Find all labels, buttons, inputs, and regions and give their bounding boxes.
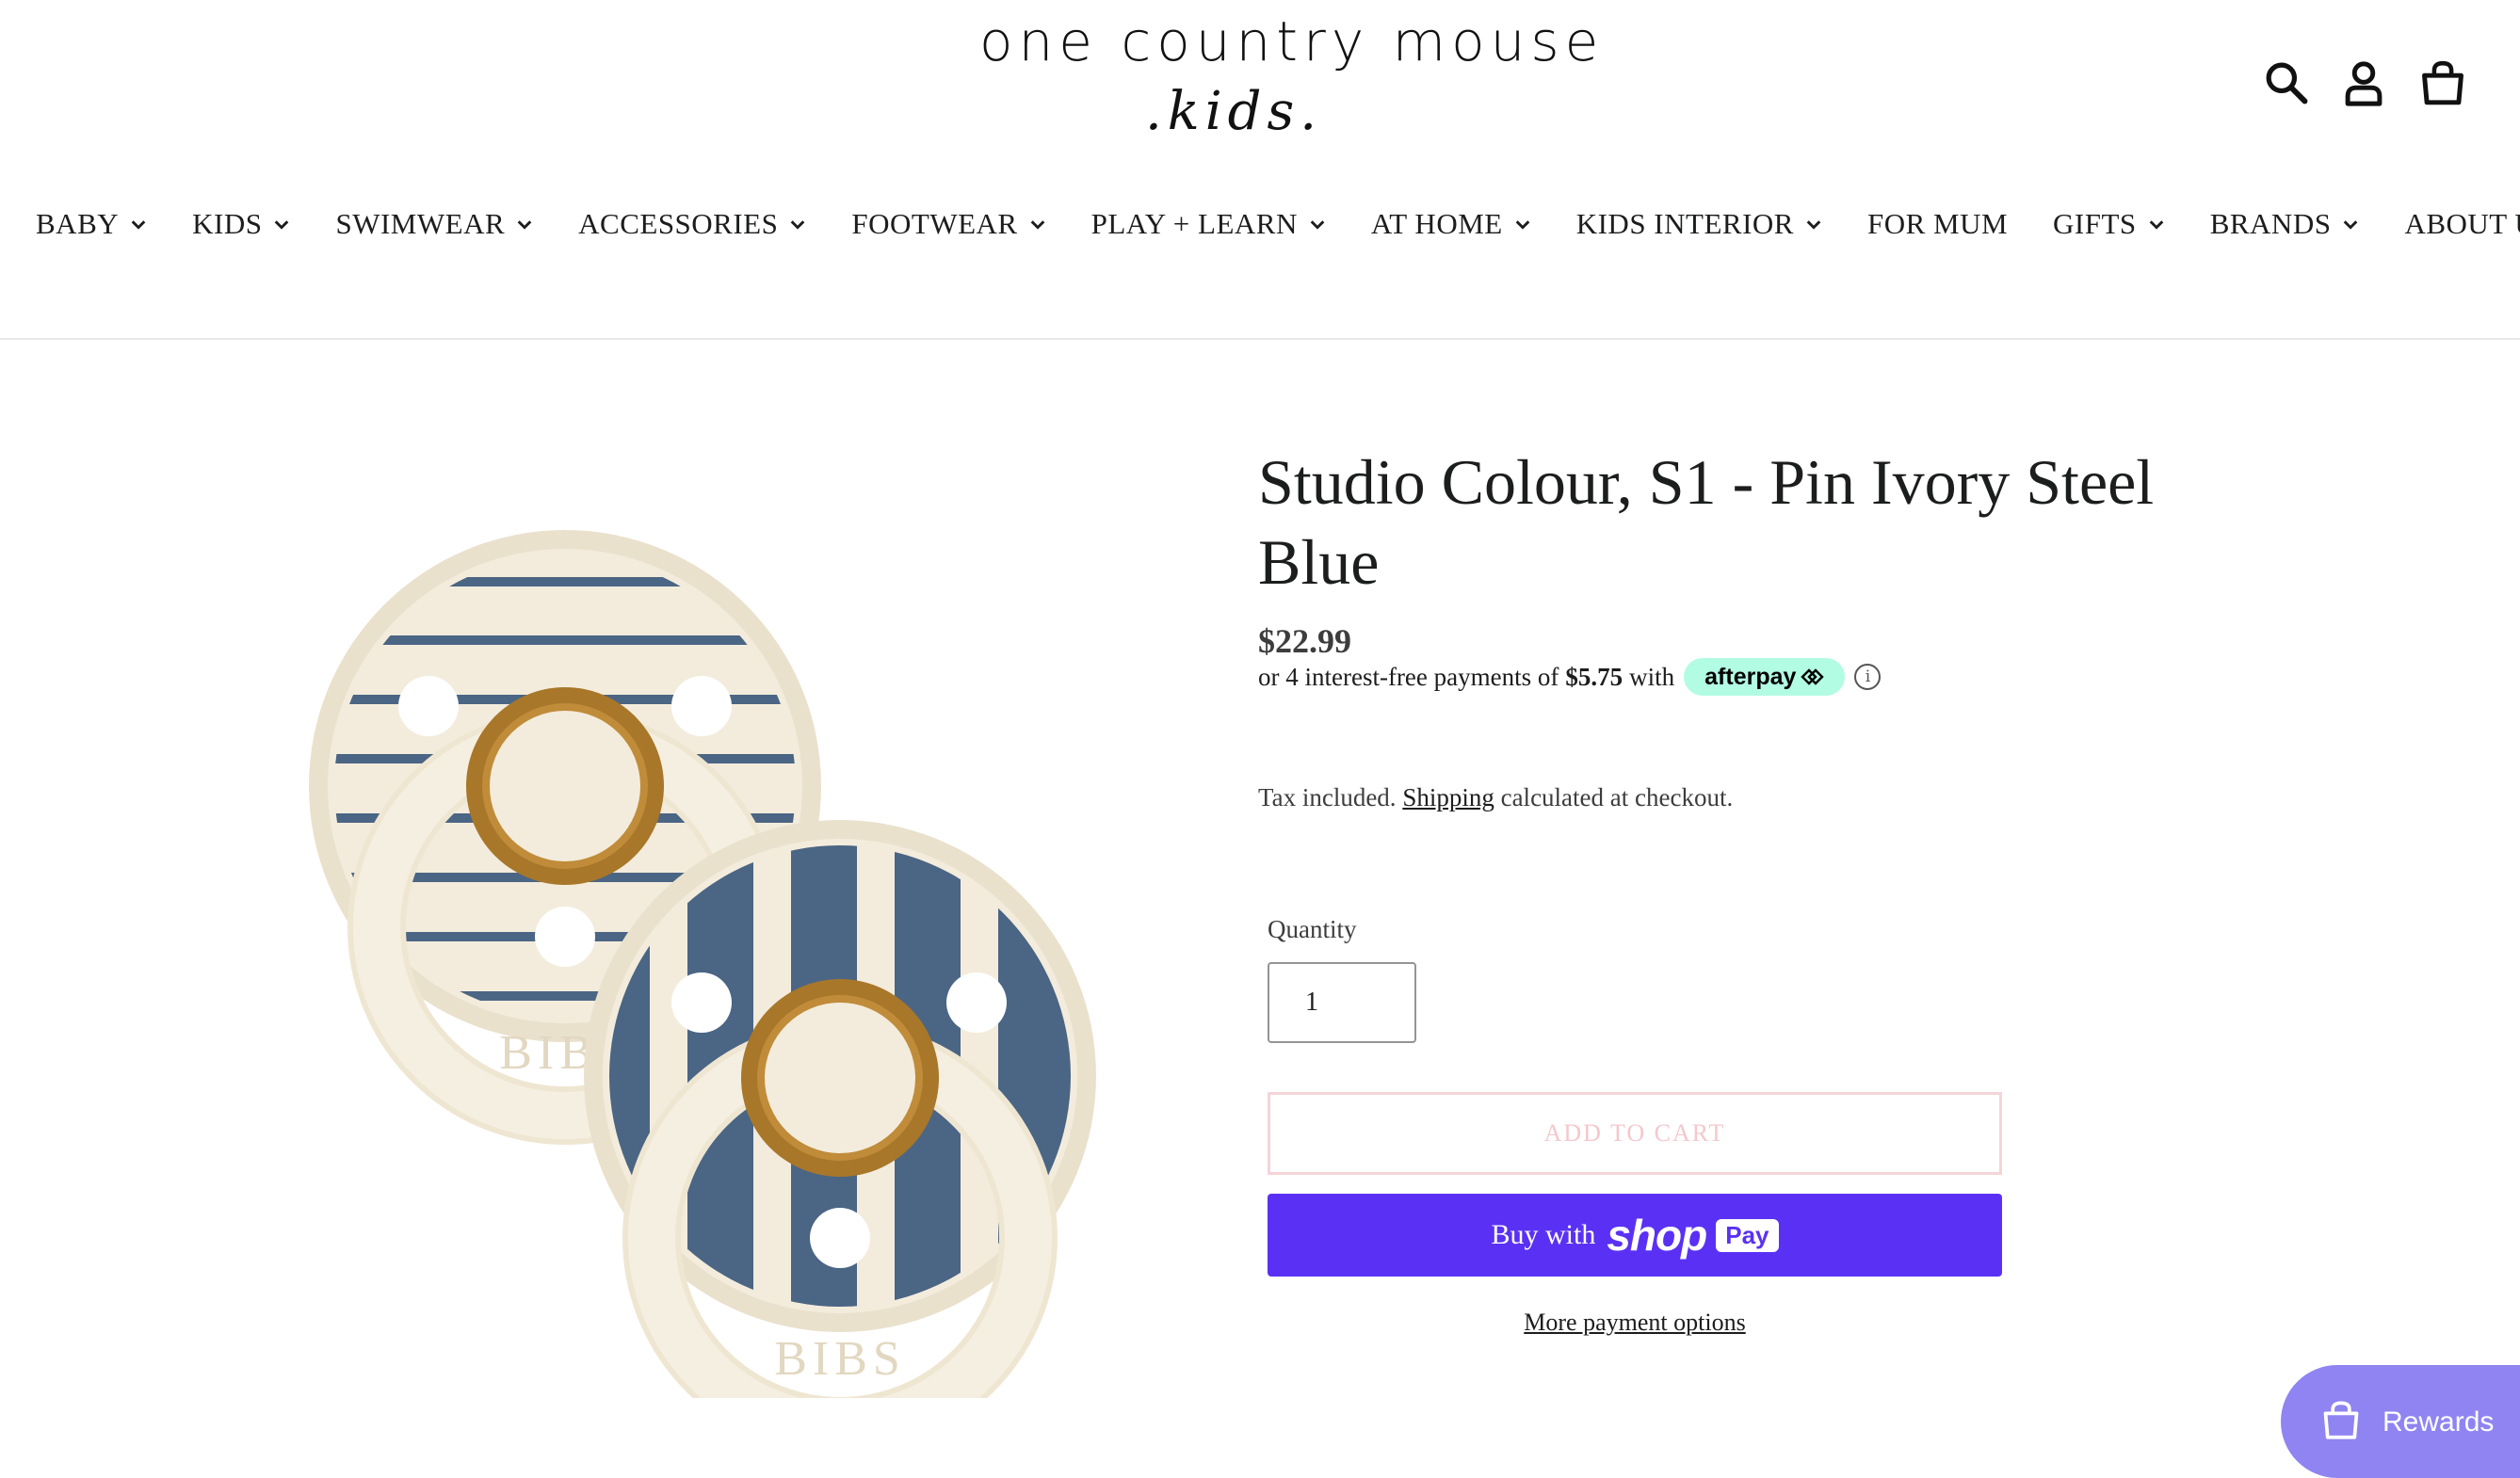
afterpay-arrows-icon: [1801, 668, 1825, 685]
afterpay-installments: or 4 interest-free payments of $5.75 wit…: [1258, 656, 1882, 698]
chevron-down-icon: [516, 216, 533, 233]
buy-with-label: Buy with: [1491, 1219, 1596, 1250]
nav-label: BRANDS: [2209, 207, 2332, 240]
nav-label: SWIMWEAR: [335, 207, 506, 240]
logo-text-kids: .kids.: [1144, 81, 1323, 142]
search-icon[interactable]: [2262, 58, 2311, 107]
nav-label: BABY: [36, 207, 120, 240]
chevron-down-icon: [1805, 216, 1822, 233]
tax-suffix: calculated at checkout.: [1500, 783, 1734, 811]
product-price: $22.99: [1258, 622, 1351, 660]
nav-item-baby[interactable]: BABY: [36, 207, 147, 241]
chevron-down-icon: [273, 216, 290, 233]
chevron-down-icon: [1029, 216, 1046, 233]
product-title: Studio Colour, S1 - Pin Ivory Steel Blue: [1258, 446, 2155, 598]
add-to-cart-label: ADD TO CART: [1543, 1119, 1726, 1147]
brand-mark: BIBS: [774, 1332, 906, 1386]
afterpay-logo-text: afterpay: [1704, 663, 1797, 690]
shop-pay-badge: Pay: [1716, 1218, 1779, 1252]
nav-item-brands[interactable]: BRANDS: [2210, 207, 2360, 241]
tax-prefix: Tax included.: [1258, 783, 1397, 811]
nav-label: AT HOME: [1370, 207, 1503, 240]
nav-label: GIFTS: [2053, 207, 2137, 240]
nav-item-footwear[interactable]: FOOTWEAR: [851, 207, 1045, 241]
nav-label: FOOTWEAR: [851, 207, 1018, 240]
more-payment-options-link[interactable]: More payment options: [1268, 1309, 2002, 1337]
account-icon[interactable]: [2339, 58, 2388, 107]
product-image[interactable]: BIBS BIBS: [301, 513, 1111, 1398]
nav-item-accessories[interactable]: ACCESSORIES: [578, 207, 806, 241]
rewards-launcher[interactable]: Rewards: [2281, 1365, 2520, 1478]
tax-shipping-note: Tax included. Shipping calculated at che…: [1258, 783, 1733, 812]
afterpay-amount: $5.75: [1565, 662, 1623, 691]
afterpay-badge[interactable]: afterpay: [1684, 658, 1846, 696]
afterpay-suffix: with: [1629, 662, 1675, 691]
chevron-down-icon: [2342, 216, 2359, 233]
nav-label: ABOUT US: [2404, 207, 2520, 240]
afterpay-prefix: or 4 interest-free payments of: [1258, 662, 1559, 691]
nav-item-swimwear[interactable]: SWIMWEAR: [335, 207, 533, 241]
rewards-label: Rewards: [2383, 1406, 2495, 1438]
shop-pay-button[interactable]: Buy with shop Pay: [1268, 1194, 2002, 1277]
add-to-cart-button[interactable]: ADD TO CART: [1268, 1092, 2002, 1175]
nav-label: KIDS INTERIOR: [1575, 207, 1794, 240]
main-navigation: BABY KIDS SWIMWEAR ACCESSORIES FOOTWEAR …: [36, 200, 2520, 249]
nav-item-kids[interactable]: KIDS: [192, 207, 290, 241]
shipping-link[interactable]: Shipping: [1402, 783, 1494, 811]
info-icon[interactable]: i: [1854, 664, 1882, 690]
chevron-down-icon: [1514, 216, 1531, 233]
nav-item-at-home[interactable]: AT HOME: [1371, 207, 1531, 241]
nav-item-for-mum[interactable]: FOR MUM: [1867, 207, 2008, 241]
nav-item-about-us[interactable]: ABOUT US: [2404, 207, 2520, 241]
nav-label: PLAY + LEARN: [1090, 207, 1298, 240]
nav-label: ACCESSORIES: [578, 207, 779, 240]
shop-pay-logo: shop: [1607, 1211, 1707, 1260]
quantity-label: Quantity: [1268, 915, 1357, 943]
nav-label: KIDS: [192, 207, 263, 240]
nav-item-kids-interior[interactable]: KIDS INTERIOR: [1576, 207, 1822, 241]
header-divider: [0, 338, 2520, 340]
store-logo[interactable]: one country mouse .kids.: [979, 8, 1605, 149]
chevron-down-icon: [130, 216, 147, 233]
chevron-down-icon: [2148, 216, 2165, 233]
chevron-down-icon: [1309, 216, 1326, 233]
quantity-input[interactable]: [1268, 962, 1416, 1043]
logo-text-main: one country mouse: [979, 9, 1605, 73]
cart-icon[interactable]: [2418, 58, 2467, 107]
nav-item-play-learn[interactable]: PLAY + LEARN: [1091, 207, 1326, 241]
chevron-down-icon: [789, 216, 806, 233]
nav-item-gifts[interactable]: GIFTS: [2053, 207, 2165, 241]
shopping-bag-icon: [2320, 1399, 2362, 1440]
nav-label: FOR MUM: [1866, 207, 2009, 240]
